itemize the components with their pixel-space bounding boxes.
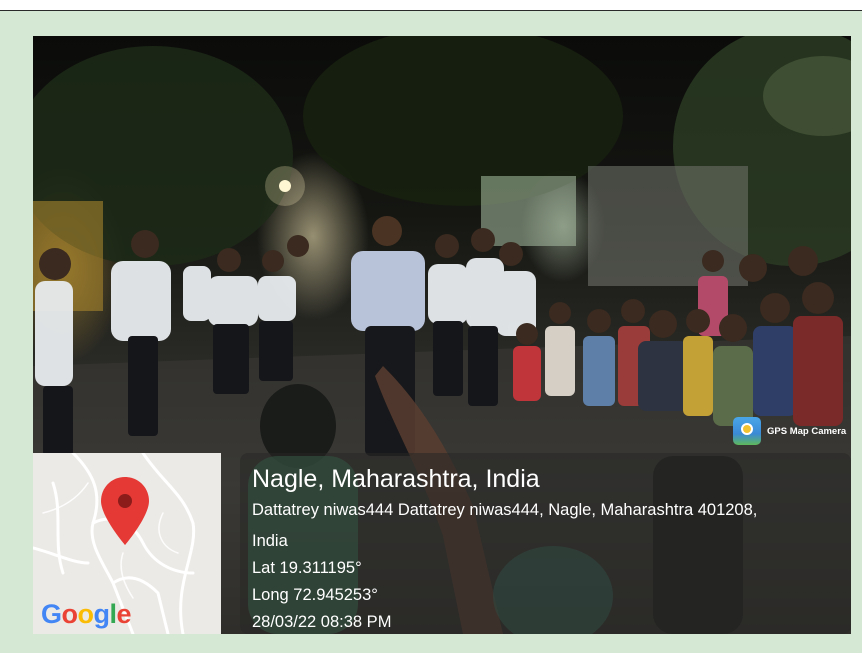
longitude-text: Long 72.945253° (252, 586, 378, 604)
top-rule (0, 0, 862, 11)
timestamp-text: 28/03/22 08:38 PM (252, 613, 392, 631)
address-line-1: Dattatrey niwas444 Dattatrey niwas444, N… (252, 501, 758, 519)
gps-map-camera-icon (733, 417, 761, 445)
gps-badge-label: GPS Map Camera (767, 425, 847, 437)
gps-map-camera-badge: GPS Map Camera (733, 416, 846, 446)
location-info-panel: Nagle, Maharashtra, India Dattatrey niwa… (240, 453, 851, 634)
address-line-2: India (252, 532, 288, 550)
google-logo: Google (41, 599, 132, 629)
map-thumbnail: Google (33, 453, 221, 634)
latitude-text: Lat 19.311195° (252, 559, 362, 577)
place-title: Nagle, Maharashtra, India (252, 465, 540, 493)
map-pin-icon (101, 477, 149, 545)
